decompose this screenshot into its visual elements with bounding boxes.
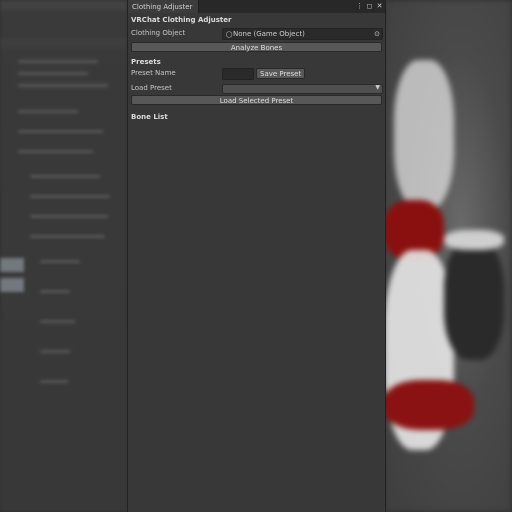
window-tab-controls: ⋮ ◻ ✕ [356, 1, 383, 12]
bone-list-heading: Bone List [131, 113, 168, 121]
clothing-object-value: None (Game Object) [233, 30, 305, 38]
window-tab-bar: Clothing Adjuster ⋮ ◻ ✕ [128, 0, 385, 13]
window-heading: VRChat Clothing Adjuster [131, 16, 232, 24]
load-preset-dropdown[interactable]: ▼ [222, 84, 383, 94]
background-hierarchy-panel [0, 0, 128, 512]
maximize-icon[interactable]: ◻ [366, 1, 373, 12]
save-preset-button[interactable]: Save Preset [256, 68, 306, 79]
object-picker-icon[interactable]: ⊙ [374, 29, 380, 39]
preset-name-input[interactable] [222, 68, 254, 80]
clothing-object-label: Clothing Object [131, 29, 186, 37]
clothing-adjuster-window: Clothing Adjuster ⋮ ◻ ✕ VRChat Clothing … [127, 0, 386, 512]
preset-name-label: Preset Name [131, 69, 176, 77]
game-object-icon: ◯ [225, 31, 233, 38]
preset-name-row: Preset Name Save Preset [131, 67, 382, 81]
presets-heading: Presets [131, 58, 161, 66]
analyze-bones-button[interactable]: Analyze Bones [131, 42, 382, 52]
clothing-object-row: Clothing Object ◯None (Game Object) ⊙ [131, 27, 383, 41]
load-preset-label: Load Preset [131, 84, 172, 92]
window-tab[interactable]: Clothing Adjuster [128, 0, 200, 13]
inspector-content: VRChat Clothing Adjuster Clothing Object… [128, 13, 385, 123]
close-icon[interactable]: ✕ [376, 1, 383, 12]
background-scene-view [384, 0, 512, 512]
chevron-down-icon: ▼ [375, 84, 380, 91]
load-preset-row: Load Preset ▼ [131, 81, 383, 94]
clothing-object-field[interactable]: ◯None (Game Object) ⊙ [222, 28, 383, 40]
kebab-menu-icon[interactable]: ⋮ [356, 1, 363, 12]
load-selected-preset-button[interactable]: Load Selected Preset [131, 95, 382, 105]
